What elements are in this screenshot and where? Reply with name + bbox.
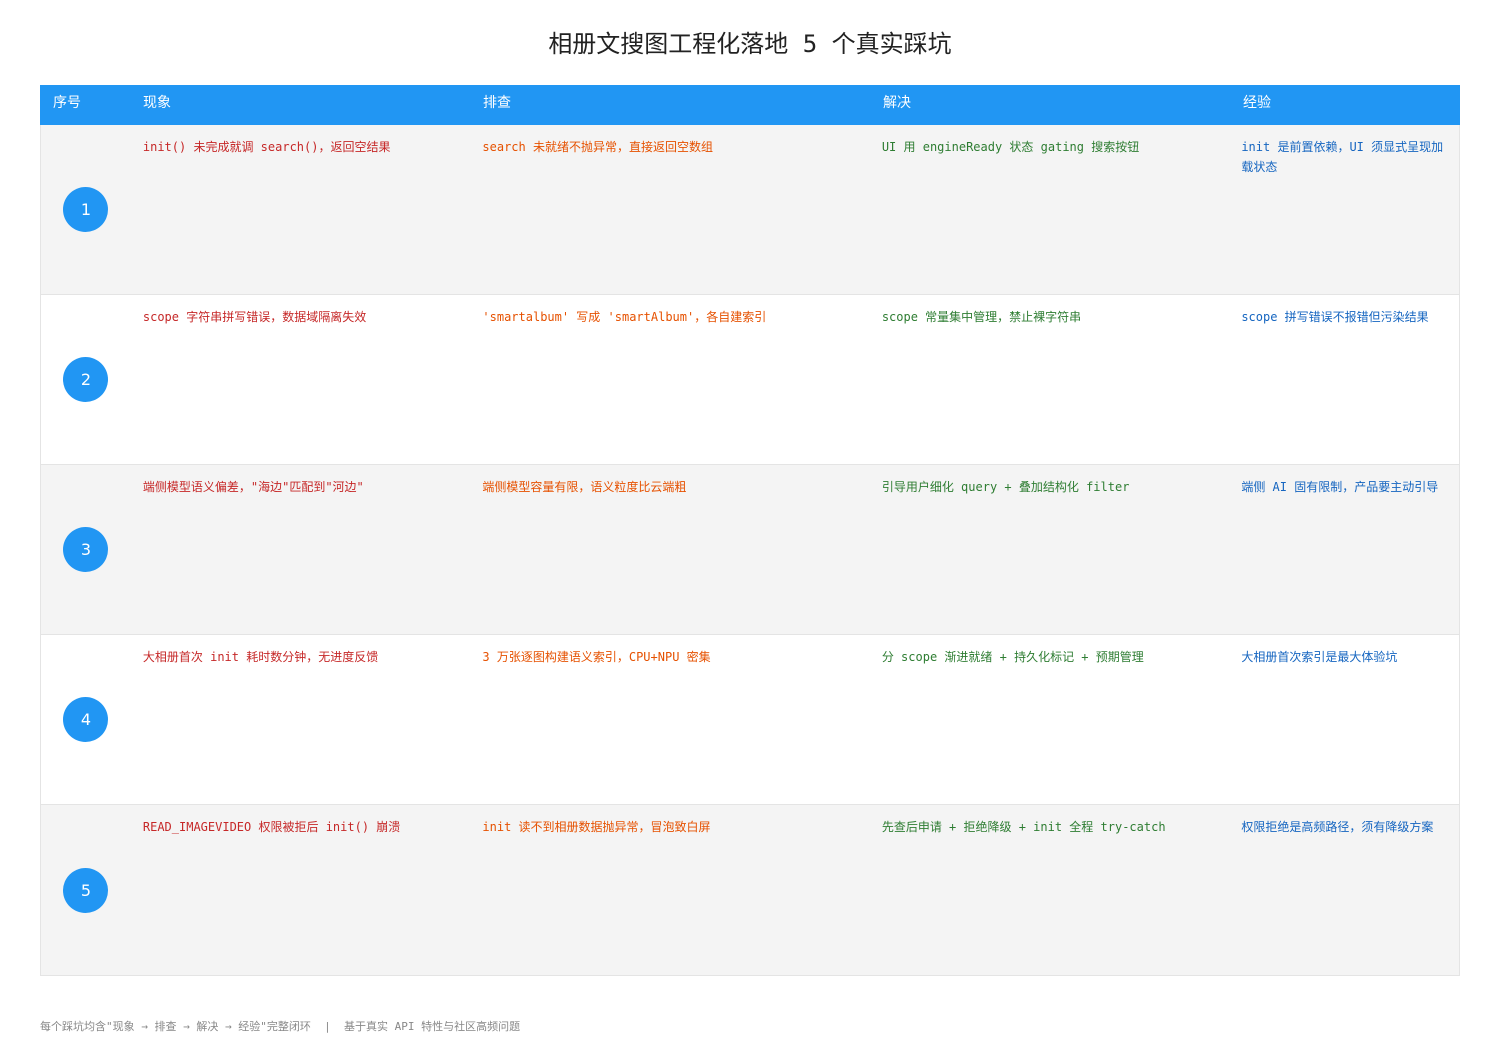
lesson-cell: scope 拼写错误不报错但污染结果	[1229, 295, 1459, 464]
investigation-cell: 'smartalbum' 写成 'smartAlbum'，各自建索引	[470, 295, 869, 464]
investigation-cell: 端侧模型容量有限，语义粒度比云端粗	[470, 465, 869, 634]
table-header: 序号 现象 排查 解决 经验	[40, 85, 1460, 125]
num-cell: 5	[41, 805, 131, 975]
investigation-text: search 未就绪不抛异常，直接返回空数组	[482, 140, 713, 154]
solution-cell: 先查后申请 + 拒绝降级 + init 全程 try-catch	[870, 805, 1230, 975]
table-row: 2 scope 字符串拼写错误，数据域隔离失效 'smartalbum' 写成 …	[41, 295, 1459, 465]
num-cell: 3	[41, 465, 131, 634]
phenomenon-cell: 端侧模型语义偏差，"海边"匹配到"河边"	[131, 465, 471, 634]
solution-text: 先查后申请 + 拒绝降级 + init 全程 try-catch	[881, 820, 1166, 834]
num-badge: 3	[63, 527, 109, 572]
investigation-text: 'smartalbum' 写成 'smartAlbum'，各自建索引	[482, 310, 767, 324]
num-badge: 2	[63, 357, 109, 402]
investigation-text: init 读不到相册数据抛异常，冒泡致白屏	[482, 820, 711, 834]
table-row: 1 init() 未完成就调 search()，返回空结果 search 未就绪…	[41, 125, 1459, 295]
num-cell: 2	[41, 295, 131, 464]
investigation-text: 端侧模型容量有限，语义粒度比云端粗	[482, 480, 687, 494]
lesson-text: 大相册首次索引是最大体验坑	[1241, 650, 1398, 664]
lesson-cell: 权限拒绝是高频路径，须有降级方案	[1229, 805, 1459, 975]
table-row: 3 端侧模型语义偏差，"海边"匹配到"河边" 端侧模型容量有限，语义粒度比云端粗…	[41, 465, 1459, 635]
lesson-cell: init 是前置依赖，UI 须显式呈现加载状态	[1229, 125, 1459, 294]
investigation-cell: init 读不到相册数据抛异常，冒泡致白屏	[470, 805, 869, 975]
solution-text: UI 用 engineReady 状态 gating 搜索按钮	[881, 140, 1140, 154]
lesson-text: 端侧 AI 固有限制，产品要主动引导	[1241, 480, 1439, 494]
footer-note: 每个踩坑均含"现象 → 排查 → 解决 → 经验"完整闭环 | 基于真实 API…	[40, 1020, 521, 1033]
lesson-text: 权限拒绝是高频路径，须有降级方案	[1241, 820, 1434, 834]
solution-cell: 引导用户细化 query + 叠加结构化 filter	[870, 465, 1230, 634]
num-badge: 1	[63, 187, 109, 232]
num-badge: 5	[63, 867, 109, 913]
phenomenon-text: 大相册首次 init 耗时数分钟，无进度反馈	[142, 650, 379, 664]
solution-cell: 分 scope 渐进就绪 + 持久化标记 + 预期管理	[870, 635, 1230, 804]
investigation-text: 3 万张逐图构建语义索引，CPU+NPU 密集	[482, 650, 711, 664]
solution-cell: UI 用 engineReady 状态 gating 搜索按钮	[870, 125, 1230, 294]
solution-text: scope 常量集中管理，禁止裸字符串	[881, 310, 1082, 324]
lesson-cell: 大相册首次索引是最大体验坑	[1229, 635, 1459, 804]
phenomenon-cell: 大相册首次 init 耗时数分钟，无进度反馈	[131, 635, 471, 804]
num-badge: 4	[63, 697, 109, 742]
lesson-cell: 端侧 AI 固有限制，产品要主动引导	[1229, 465, 1459, 634]
phenomenon-cell: init() 未完成就调 search()，返回空结果	[131, 125, 471, 294]
pitfalls-table: 序号 现象 排查 解决 经验 1 init() 未完成就调 search()，返…	[40, 85, 1460, 976]
table-row: 5 READ_IMAGEVIDEO 权限被拒后 init() 崩溃 init 读…	[41, 805, 1459, 975]
phenomenon-cell: scope 字符串拼写错误，数据域隔离失效	[131, 295, 471, 464]
header-solution: 解决	[883, 95, 911, 111]
header-phenomenon: 现象	[143, 95, 171, 111]
phenomenon-cell: READ_IMAGEVIDEO 权限被拒后 init() 崩溃	[131, 805, 471, 975]
header-lesson: 经验	[1243, 95, 1271, 111]
page-title: 相册文搜图工程化落地 5 个真实踩坑	[548, 30, 952, 58]
investigation-cell: 3 万张逐图构建语义索引，CPU+NPU 密集	[470, 635, 869, 804]
num-cell: 4	[41, 635, 131, 804]
investigation-cell: search 未就绪不抛异常，直接返回空数组	[470, 125, 869, 294]
phenomenon-text: READ_IMAGEVIDEO 权限被拒后 init() 崩溃	[142, 820, 401, 834]
header-investigation: 排查	[483, 95, 511, 111]
solution-cell: scope 常量集中管理，禁止裸字符串	[870, 295, 1230, 464]
lesson-text: init 是前置依赖，UI 须显式呈现加载状态	[1241, 140, 1444, 174]
phenomenon-text: 端侧模型语义偏差，"海边"匹配到"河边"	[142, 480, 364, 494]
solution-text: 引导用户细化 query + 叠加结构化 filter	[881, 480, 1130, 494]
lesson-text: scope 拼写错误不报错但污染结果	[1241, 310, 1429, 324]
table-row: 4 大相册首次 init 耗时数分钟，无进度反馈 3 万张逐图构建语义索引，CP…	[41, 635, 1459, 805]
header-num: 序号	[53, 95, 81, 111]
num-cell: 1	[41, 125, 131, 294]
solution-text: 分 scope 渐进就绪 + 持久化标记 + 预期管理	[881, 650, 1144, 664]
phenomenon-text: init() 未完成就调 search()，返回空结果	[142, 140, 391, 154]
phenomenon-text: scope 字符串拼写错误，数据域隔离失效	[142, 310, 367, 324]
